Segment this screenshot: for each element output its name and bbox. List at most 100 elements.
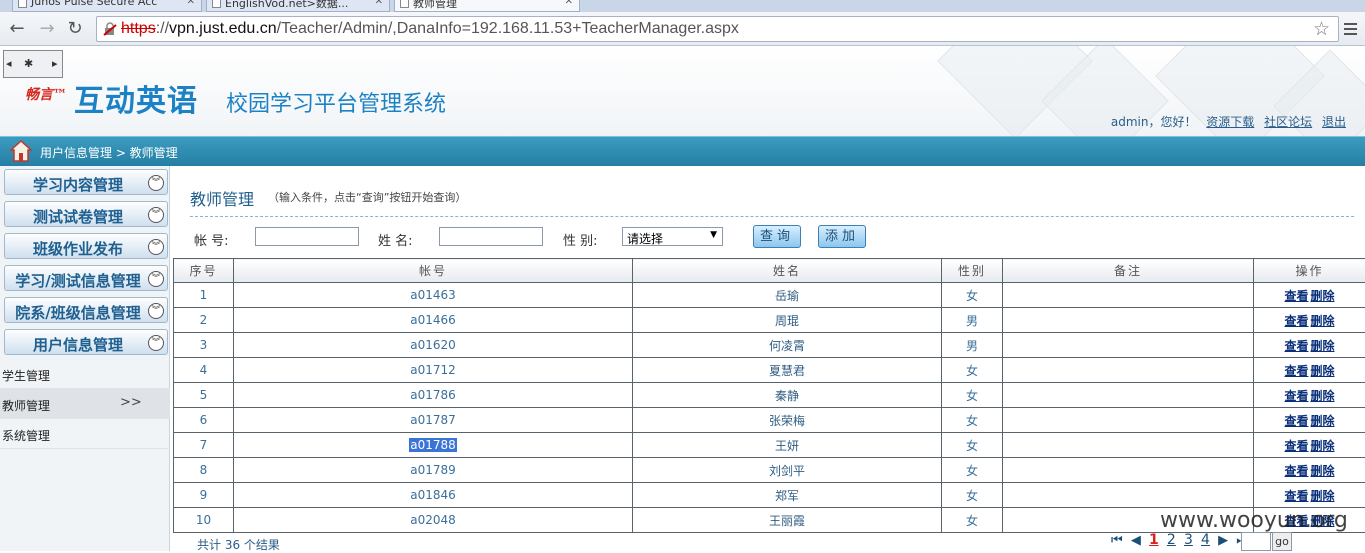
browser-toolbar: ← → ↻ https://vpn.just.edu.cn/Teacher/Ad… [0, 12, 1365, 46]
note-cell [1003, 408, 1254, 433]
delete-link[interactable]: 删除 [1311, 464, 1335, 478]
view-link[interactable]: 查看 [1284, 389, 1308, 403]
next-arrow-icon[interactable]: ▸ [52, 57, 58, 70]
logout-link[interactable]: 退出 [1322, 115, 1346, 129]
sidebar-item-label: 系统管理 [2, 429, 50, 443]
add-button[interactable]: 添加 [818, 225, 866, 248]
delete-link[interactable]: 删除 [1311, 414, 1335, 428]
row-number-cell: 10 [174, 508, 234, 533]
sidebar-group-label: 用户信息管理 [0, 334, 156, 355]
sidebar-group-department-info[interactable]: 院系/班级信息管理 ︾ [0, 294, 170, 324]
media-control-widget[interactable]: ◂ ✱ ▸ [3, 50, 63, 78]
address-bar[interactable]: https://vpn.just.edu.cn/Teacher/Admin/,D… [96, 16, 1339, 42]
table-row: 7a01788王妍女查看删除 [174, 433, 1365, 458]
chevron-down-icon[interactable]: ︾ [148, 239, 164, 255]
view-link[interactable]: 查看 [1284, 364, 1308, 378]
forward-arrow-icon[interactable]: → [36, 18, 58, 40]
sidebar-item-system[interactable]: 系统管理 [0, 419, 170, 449]
sidebar-item-students[interactable]: 学生管理 [0, 359, 170, 389]
gender-cell: 女 [942, 408, 1003, 433]
view-link[interactable]: 查看 [1284, 289, 1308, 303]
row-number-cell: 8 [174, 458, 234, 483]
tab-label: EnglishVod.net>数据... [225, 0, 348, 10]
page-link[interactable]: 2 [1167, 532, 1176, 548]
gender-label: 性 别: [563, 230, 598, 249]
go-button[interactable]: go [1272, 532, 1292, 551]
account-cell: a01846 [234, 483, 633, 508]
sidebar-group-homework[interactable]: 班级作业发布 ︾ [0, 230, 170, 260]
delete-link[interactable]: 删除 [1311, 439, 1335, 453]
gender-select[interactable]: 请选择 ▼ [622, 227, 723, 246]
delete-link[interactable]: 删除 [1311, 364, 1335, 378]
gender-cell: 女 [942, 508, 1003, 533]
table-row: 5a01786秦静女查看删除 [174, 383, 1365, 408]
menu-icon[interactable] [1341, 18, 1361, 40]
browser-tab-1[interactable]: Junos Pulse Secure Acc ✕ [12, 0, 202, 12]
account-cell: a01620 [234, 333, 633, 358]
first-page-icon[interactable]: ⏮ [1111, 533, 1123, 548]
name-input[interactable] [439, 227, 543, 246]
delete-link[interactable]: 删除 [1311, 339, 1335, 353]
page-title: 教师管理 [190, 186, 254, 210]
close-icon[interactable]: ✕ [565, 0, 573, 7]
sidebar-group-user-info[interactable]: 用户信息管理 ︾ [0, 326, 170, 356]
account-cell: a01463 [234, 283, 633, 308]
chevron-down-icon[interactable]: ︾ [148, 207, 164, 223]
name-cell: 秦静 [633, 383, 942, 408]
actions-cell: 查看删除 [1254, 383, 1365, 408]
prev-page-icon[interactable]: ◀ [1131, 533, 1141, 548]
delete-link[interactable]: 删除 [1311, 289, 1335, 303]
chevron-down-icon[interactable]: ︾ [148, 175, 164, 191]
back-arrow-icon[interactable]: ← [6, 18, 28, 40]
gender-cell: 女 [942, 433, 1003, 458]
delete-link[interactable]: 删除 [1311, 489, 1335, 503]
next-page-icon[interactable]: ▶ [1218, 533, 1228, 548]
view-link[interactable]: 查看 [1284, 489, 1308, 503]
query-button[interactable]: 查询 [753, 225, 801, 248]
chevron-down-icon[interactable]: ︾ [148, 335, 164, 351]
chevron-down-icon[interactable]: ︾ [148, 271, 164, 287]
delete-link[interactable]: 删除 [1311, 314, 1335, 328]
sidebar-item-teachers[interactable]: 教师管理 >> [0, 389, 170, 419]
sidebar-group-label: 学习内容管理 [0, 174, 156, 195]
sidebar: 学习内容管理 ︾ 测试试卷管理 ︾ 班级作业发布 ︾ 学习/测试信息管理 ︾ 院… [0, 166, 170, 551]
close-icon[interactable]: ✕ [187, 0, 195, 7]
actions-cell: 查看删除 [1254, 308, 1365, 333]
column-header: 序号 [174, 259, 234, 283]
home-icon[interactable] [10, 140, 32, 162]
broken-lock-icon [103, 22, 117, 36]
account-input[interactable] [255, 227, 359, 246]
view-link[interactable]: 查看 [1284, 414, 1308, 428]
reload-icon[interactable]: ↻ [64, 18, 86, 40]
browser-tab-3[interactable]: 教师管理 ✕ [394, 0, 580, 12]
bookmark-star-icon[interactable]: ☆ [1313, 18, 1330, 40]
view-link[interactable]: 查看 [1284, 439, 1308, 453]
prev-arrow-icon[interactable]: ◂ [6, 57, 12, 70]
actions-cell: 查看删除 [1254, 358, 1365, 383]
sidebar-group-test-papers[interactable]: 测试试卷管理 ︾ [0, 198, 170, 228]
view-link[interactable]: 查看 [1284, 339, 1308, 353]
chevron-down-icon[interactable]: ︾ [148, 303, 164, 319]
close-icon[interactable]: ✕ [375, 0, 383, 7]
forum-link[interactable]: 社区论坛 [1264, 115, 1312, 129]
view-link[interactable]: 查看 [1284, 314, 1308, 328]
page-link[interactable]: 4 [1201, 532, 1210, 548]
name-cell: 夏慧君 [633, 358, 942, 383]
row-number-cell: 1 [174, 283, 234, 308]
gear-icon[interactable]: ✱ [24, 57, 33, 70]
sidebar-group-study-info[interactable]: 学习/测试信息管理 ︾ [0, 262, 170, 292]
name-label: 姓 名: [378, 230, 413, 249]
account-cell: a01789 [234, 458, 633, 483]
note-cell [1003, 308, 1254, 333]
page-link[interactable]: 1 [1149, 532, 1159, 548]
note-cell [1003, 358, 1254, 383]
actions-cell: 查看删除 [1254, 483, 1365, 508]
download-link[interactable]: 资源下载 [1206, 115, 1254, 129]
page-number-input[interactable] [1241, 532, 1271, 551]
page-link[interactable]: 3 [1184, 532, 1193, 548]
delete-link[interactable]: 删除 [1311, 389, 1335, 403]
browser-tab-2[interactable]: EnglishVod.net>数据... ✕ [206, 0, 390, 12]
sidebar-group-learning-content[interactable]: 学习内容管理 ︾ [0, 166, 170, 196]
view-link[interactable]: 查看 [1284, 464, 1308, 478]
double-chevron-right-icon: >> [120, 395, 142, 410]
